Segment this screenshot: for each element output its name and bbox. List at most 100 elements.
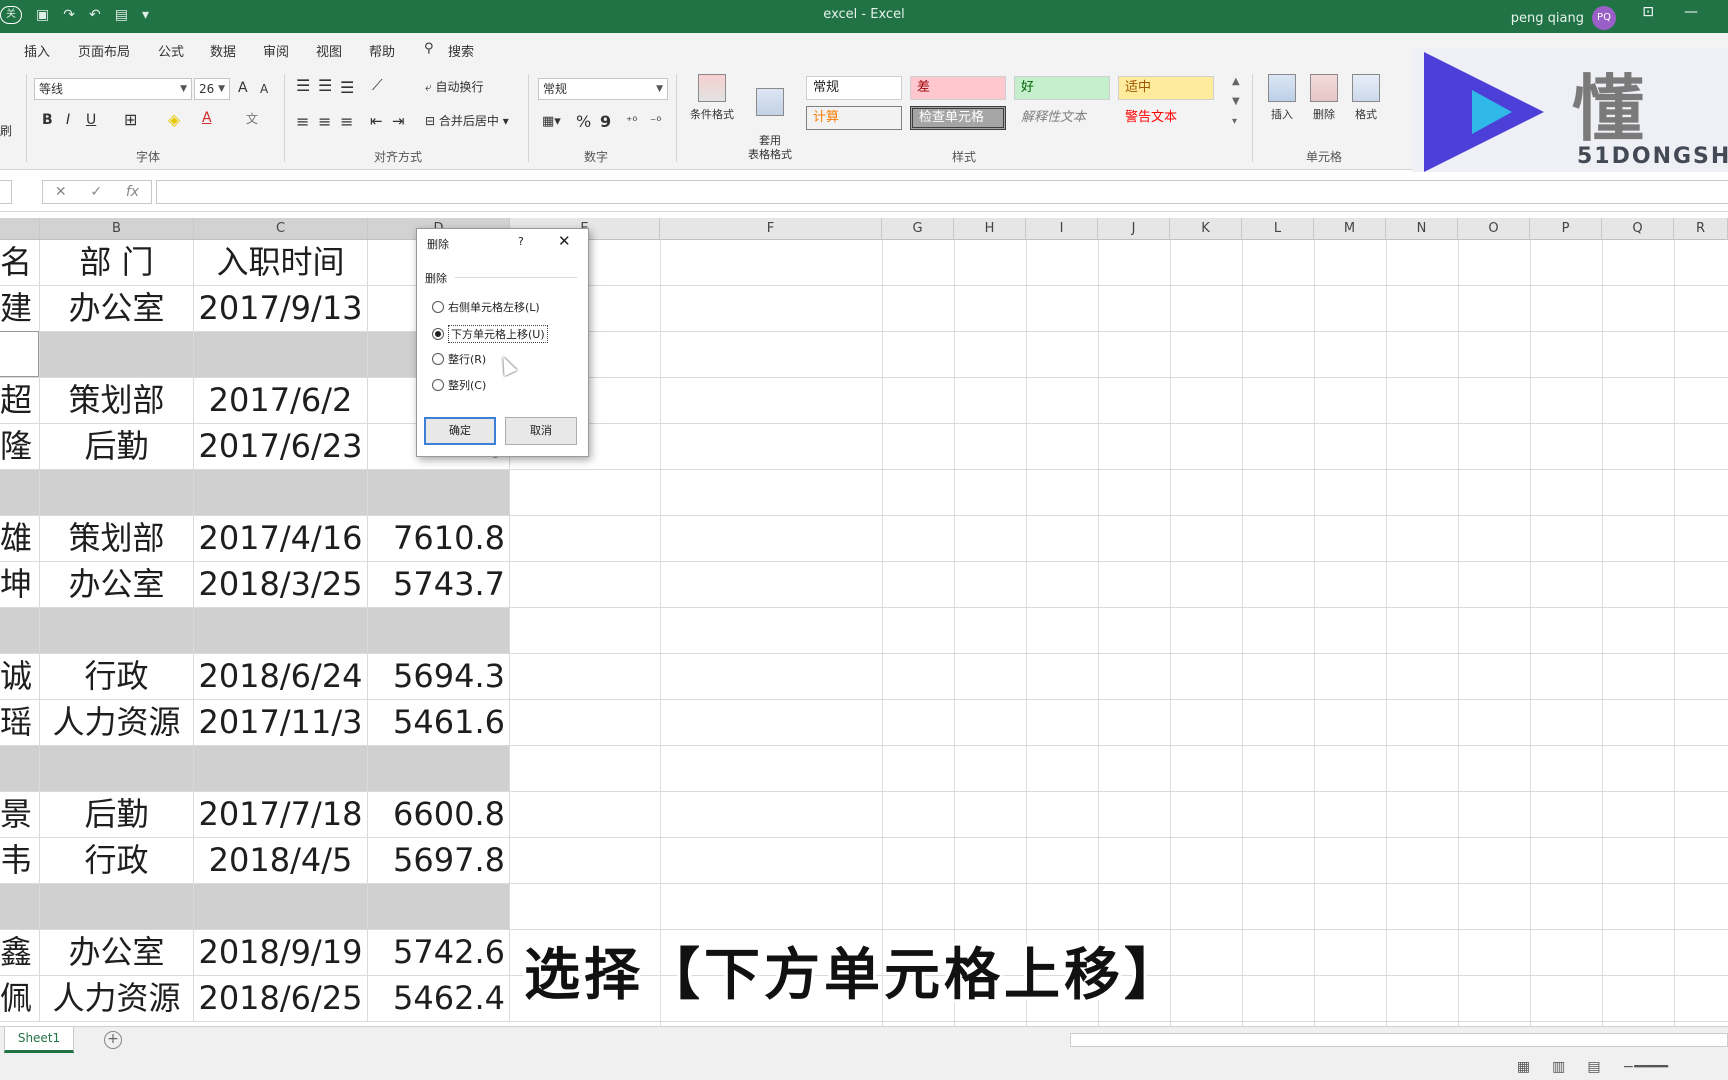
cancel-button[interactable]: 取消: [505, 417, 577, 445]
tab-data[interactable]: 数据: [210, 41, 236, 60]
increase-decimal-icon[interactable]: ⁺⁰: [626, 114, 637, 128]
cell-hire-date[interactable]: 2018/9/19: [194, 930, 368, 975]
cell-name[interactable]: 景: [0, 792, 40, 837]
formula-input[interactable]: [156, 180, 1728, 204]
style-check-cell[interactable]: 检查单元格: [910, 106, 1006, 130]
ribbon-display-icon[interactable]: ⊡: [1642, 4, 1654, 20]
user-account[interactable]: peng qiang PQ: [1511, 6, 1616, 30]
cell-name[interactable]: 诚: [0, 654, 40, 699]
page-break-view-icon[interactable]: ▤: [1587, 1059, 1600, 1075]
radio-icon[interactable]: [432, 379, 444, 391]
cell-department[interactable]: 策划部: [40, 516, 194, 561]
cell-hire-date[interactable]: 2017/6/23: [194, 424, 368, 469]
phonetic-icon[interactable]: 文: [246, 110, 258, 127]
decrease-indent-icon[interactable]: ⇤: [370, 112, 383, 130]
cell-department[interactable]: 人力资源: [40, 976, 194, 1021]
cell-salary[interactable]: 5461.6: [368, 700, 510, 745]
cell-hire-date[interactable]: 2017/6/2: [194, 378, 368, 423]
cell-department[interactable]: 行政: [40, 654, 194, 699]
ok-button[interactable]: 确定: [424, 417, 496, 445]
cell-department[interactable]: 行政: [40, 838, 194, 883]
cell-name[interactable]: 佩: [0, 976, 40, 1021]
cell-department[interactable]: 后勤: [40, 792, 194, 837]
active-cell-outline[interactable]: [0, 331, 39, 377]
cell-salary[interactable]: 5694.3: [368, 654, 510, 699]
cell-name[interactable]: [0, 470, 40, 515]
cell-salary[interactable]: [368, 608, 510, 653]
close-icon[interactable]: ✕: [558, 232, 571, 250]
cell-hire-date[interactable]: 2018/6/24: [194, 654, 368, 699]
tab-page-layout[interactable]: 页面布局: [78, 41, 130, 60]
cell-name[interactable]: 雄: [0, 516, 40, 561]
align-center-icon[interactable]: ≡: [318, 112, 331, 131]
style-warning[interactable]: 警告文本: [1118, 106, 1214, 130]
name-box[interactable]: [0, 180, 12, 204]
cell-hire-date[interactable]: [194, 332, 368, 377]
cell-salary[interactable]: 5462.4: [368, 976, 510, 1021]
option-entire-row[interactable]: 整行(R): [432, 351, 486, 367]
style-good[interactable]: 好: [1014, 76, 1110, 100]
column-header-q[interactable]: Q: [1602, 218, 1674, 240]
tab-formulas[interactable]: 公式: [158, 41, 184, 60]
search-icon[interactable]: ⚲: [424, 41, 434, 56]
style-normal[interactable]: 常规: [806, 76, 902, 100]
tab-insert[interactable]: 插入: [24, 41, 50, 60]
cell-department[interactable]: [40, 884, 194, 929]
worksheet-grid[interactable]: B C D E F G H I J K L M N O P Q R 名部 门入职…: [0, 218, 1728, 1026]
bold-button[interactable]: B: [42, 112, 53, 128]
cell-name[interactable]: 鑫: [0, 930, 40, 975]
column-header-c[interactable]: C: [194, 218, 368, 240]
column-header-r[interactable]: R: [1674, 218, 1728, 240]
column-header-b[interactable]: B: [40, 218, 194, 240]
cell-hire-date[interactable]: 2017/9/13: [194, 286, 368, 331]
style-calculation[interactable]: 计算: [806, 106, 902, 130]
borders-icon[interactable]: ⊞: [124, 110, 137, 129]
radio-selected-icon[interactable]: [432, 328, 444, 340]
style-neutral[interactable]: 适中: [1118, 76, 1214, 100]
cell-department[interactable]: 策划部: [40, 378, 194, 423]
cell-name[interactable]: 瑶: [0, 700, 40, 745]
cell-hire-date[interactable]: [194, 470, 368, 515]
grow-font-button[interactable]: A: [238, 80, 248, 96]
cell-department[interactable]: 后勤: [40, 424, 194, 469]
insert-function-icon[interactable]: fx: [126, 184, 139, 200]
tab-review[interactable]: 审阅: [263, 41, 289, 60]
cell-name[interactable]: 建: [0, 286, 40, 331]
cell-salary[interactable]: 5743.7: [368, 562, 510, 607]
column-header-a[interactable]: [0, 218, 40, 240]
cell-salary[interactable]: 6600.8: [368, 792, 510, 837]
cell-salary[interactable]: [368, 884, 510, 929]
option-entire-column[interactable]: 整列(C): [432, 377, 486, 393]
tab-view[interactable]: 视图: [316, 41, 342, 60]
font-name-select[interactable]: 等线 ▼: [34, 78, 192, 100]
font-size-select[interactable]: 26 ▼: [194, 78, 230, 100]
avatar[interactable]: PQ: [1592, 6, 1616, 30]
cell-department[interactable]: 办公室: [40, 286, 194, 331]
align-top-icon[interactable]: ☰: [296, 76, 310, 95]
cell-name[interactable]: 韦: [0, 838, 40, 883]
column-header-p[interactable]: P: [1530, 218, 1602, 240]
number-format-select[interactable]: 常规 ▼: [538, 78, 668, 100]
help-icon[interactable]: ?: [518, 235, 524, 248]
cell-salary[interactable]: [368, 470, 510, 515]
option-shift-cells-up[interactable]: 下方单元格上移(U): [432, 325, 548, 343]
cell-name[interactable]: 超: [0, 378, 40, 423]
add-sheet-icon[interactable]: +: [104, 1031, 122, 1049]
delete-cells-button[interactable]: 删除: [1304, 74, 1344, 122]
align-bottom-icon[interactable]: ☰: [340, 78, 354, 97]
insert-cells-button[interactable]: 插入: [1262, 74, 1302, 122]
cell-name[interactable]: 名: [0, 240, 40, 285]
cell-hire-date[interactable]: 2018/4/5: [194, 838, 368, 883]
currency-icon[interactable]: ▦▾: [542, 114, 561, 129]
cell-hire-date[interactable]: 2017/7/18: [194, 792, 368, 837]
cell-hire-date[interactable]: [194, 884, 368, 929]
cell-department[interactable]: [40, 470, 194, 515]
column-header-j[interactable]: J: [1098, 218, 1170, 240]
underline-button[interactable]: U: [86, 112, 96, 128]
format-painter-label[interactable]: 刷: [0, 122, 12, 139]
align-right-icon[interactable]: ≡: [340, 112, 353, 131]
page-layout-view-icon[interactable]: ▥: [1552, 1059, 1565, 1075]
cell-salary[interactable]: 5742.6: [368, 930, 510, 975]
column-header-l[interactable]: L: [1242, 218, 1314, 240]
style-explanatory[interactable]: 解释性文本: [1014, 106, 1110, 130]
